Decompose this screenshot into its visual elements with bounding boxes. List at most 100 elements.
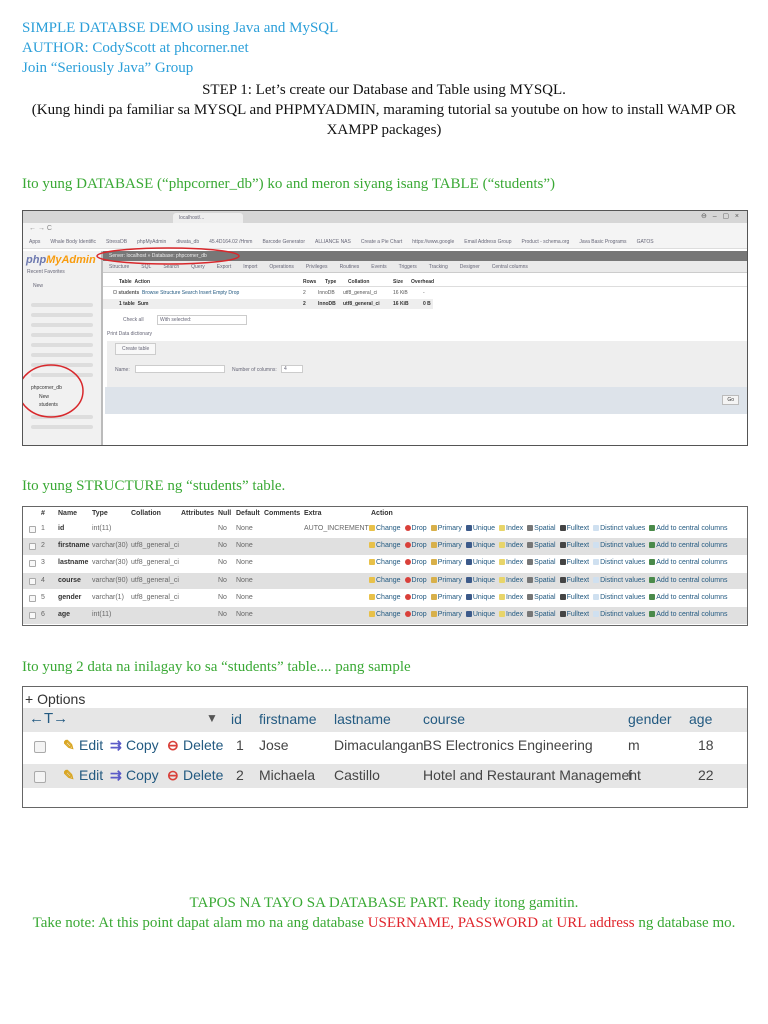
row-action-delete[interactable]: Delete [183,767,223,783]
action-change[interactable]: Change [369,611,401,618]
action-icon [649,593,656,600]
options-link[interactable]: + Options [25,691,85,707]
action-drop[interactable]: Drop [404,576,427,584]
action-change[interactable]: Change [369,542,401,549]
structure-null: No [218,525,227,532]
section3-heading: Ito yung 2 data na inilagay ko sa “stude… [22,659,411,675]
action-icon [465,542,472,549]
row-checkbox[interactable] [29,612,36,619]
delete-icon[interactable]: ⊖ [167,737,179,754]
action-fulltext[interactable]: Fulltext [559,576,589,584]
structure-header-cell: Action [371,510,393,517]
action-spatial[interactable]: Spatial [527,542,556,549]
action-drop[interactable]: Drop [404,593,427,601]
action-unique[interactable]: Unique [465,542,495,549]
row-action-edit[interactable]: Edit [79,767,103,783]
copy-icon[interactable]: ⇉ [110,767,122,784]
action-icon [593,576,600,583]
structure-name: firstname [58,542,90,550]
action-index[interactable]: Index [499,576,523,584]
row-checkbox[interactable] [34,741,46,753]
action-icon [593,611,600,617]
row-checkbox[interactable] [29,577,36,585]
column-resize-arrows[interactable]: ←T→ [29,710,68,727]
pencil-icon[interactable]: ✎ [63,737,75,754]
action-drop[interactable]: Drop [404,542,427,549]
action-spatial[interactable]: Spatial [527,611,556,618]
action-drop[interactable]: Drop [404,525,427,532]
action-spatial[interactable]: Spatial [527,593,556,601]
row-checkbox[interactable] [29,560,36,568]
action-spatial[interactable]: Spatial [527,525,556,532]
row-action-delete[interactable]: Delete [183,737,223,753]
action-add-to-central-columns[interactable]: Add to central columns [649,611,727,618]
cell-lastname: Dimaculangan [334,737,424,753]
action-drop[interactable]: Drop [404,611,427,618]
action-fulltext[interactable]: Fulltext [559,542,589,549]
action-fulltext[interactable]: Fulltext [559,559,589,566]
action-fulltext[interactable]: Fulltext [559,525,589,532]
action-add-to-central-columns[interactable]: Add to central columns [649,559,727,566]
row-action-copy[interactable]: Copy [126,767,159,783]
action-add-to-central-columns[interactable]: Add to central columns [649,576,727,584]
step-note-cont: XAMPP packages) [326,122,442,138]
data-table-header: ←T→ ▼ id firstname lastname course gende… [23,708,747,732]
action-icon [593,542,600,549]
action-unique[interactable]: Unique [465,576,495,584]
structure-collation: utf8_general_ci [131,576,179,584]
action-index[interactable]: Index [499,525,523,532]
col-lastname[interactable]: lastname [334,711,391,727]
structure-default: None [236,525,253,532]
action-add-to-central-columns[interactable]: Add to central columns [649,525,727,532]
action-index[interactable]: Index [499,611,523,618]
action-primary[interactable]: Primary [430,559,462,566]
action-index[interactable]: Index [499,559,523,566]
action-change[interactable]: Change [369,593,401,601]
action-add-to-central-columns[interactable]: Add to central columns [649,593,727,601]
row-action-copy[interactable]: Copy [126,737,159,753]
action-distinct-values[interactable]: Distinct values [593,542,645,549]
action-spatial[interactable]: Spatial [527,576,556,584]
action-distinct-values[interactable]: Distinct values [593,611,645,618]
delete-icon[interactable]: ⊖ [167,767,179,784]
action-icon [649,525,656,531]
col-course[interactable]: course [423,711,465,727]
action-distinct-values[interactable]: Distinct values [593,576,645,584]
row-checkbox[interactable] [34,771,46,783]
action-add-to-central-columns[interactable]: Add to central columns [649,542,727,549]
action-fulltext[interactable]: Fulltext [559,593,589,601]
action-primary[interactable]: Primary [430,542,462,549]
col-id[interactable]: id [231,711,242,727]
row-checkbox[interactable] [29,594,36,602]
action-index[interactable]: Index [499,542,523,549]
action-icon [430,525,437,531]
col-age[interactable]: age [689,711,712,727]
action-change[interactable]: Change [369,576,401,584]
action-primary[interactable]: Primary [430,525,462,532]
action-drop[interactable]: Drop [404,559,427,566]
action-change[interactable]: Change [369,525,401,532]
action-fulltext[interactable]: Fulltext [559,611,589,618]
row-checkbox[interactable] [29,543,36,551]
action-distinct-values[interactable]: Distinct values [593,559,645,566]
sort-dropdown-icon[interactable]: ▼ [206,711,218,725]
action-index[interactable]: Index [499,593,523,601]
action-unique[interactable]: Unique [465,559,495,566]
action-spatial[interactable]: Spatial [527,559,556,566]
action-unique[interactable]: Unique [465,593,495,601]
action-primary[interactable]: Primary [430,611,462,618]
header-title: SIMPLE DATABSE DEMO using Java and MySQL [22,20,339,36]
action-unique[interactable]: Unique [465,611,495,618]
row-action-edit[interactable]: Edit [79,737,103,753]
col-gender[interactable]: gender [628,711,672,727]
action-primary[interactable]: Primary [430,576,462,584]
col-firstname[interactable]: firstname [259,711,317,727]
copy-icon[interactable]: ⇉ [110,737,122,754]
pencil-icon[interactable]: ✎ [63,767,75,784]
row-checkbox[interactable] [29,526,36,533]
action-unique[interactable]: Unique [465,525,495,532]
action-primary[interactable]: Primary [430,593,462,601]
action-distinct-values[interactable]: Distinct values [593,525,645,532]
action-distinct-values[interactable]: Distinct values [593,593,645,601]
action-change[interactable]: Change [369,559,401,566]
